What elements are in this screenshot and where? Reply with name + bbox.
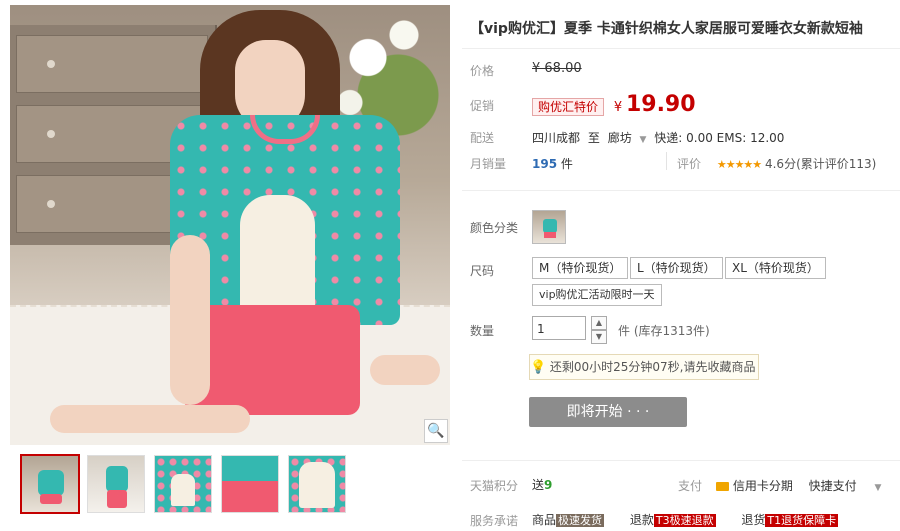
- points-prefix: 送: [532, 478, 545, 492]
- shipping-row: 四川成都 至 廊坊 ▼ 快递: 0.00 EMS: 12.00: [532, 129, 784, 146]
- price-label: 价格: [470, 64, 495, 78]
- service-tag-return[interactable]: T1退货保障卡: [765, 514, 839, 527]
- payment-fast[interactable]: 快捷支付: [809, 479, 857, 493]
- model-leg: [50, 405, 250, 433]
- buy-button[interactable]: 即将开始 · · ·: [529, 397, 687, 427]
- vip-special-badge: 购优汇特价: [532, 98, 605, 116]
- original-price: ¥ 68.00: [532, 61, 582, 76]
- sales-count: 195: [532, 157, 558, 171]
- payment-card-installment[interactable]: 信用卡分期: [733, 479, 793, 493]
- main-product-image[interactable]: 🔍: [10, 5, 450, 445]
- service-tag-refund[interactable]: T3极速退款: [653, 514, 716, 527]
- size-option-xl[interactable]: XL（特价现货）: [725, 257, 826, 279]
- cat-print: [240, 195, 315, 315]
- model-hand: [370, 355, 440, 385]
- rating-text[interactable]: 4.6分(累计评价113): [765, 157, 876, 171]
- points-row: 送9: [532, 476, 552, 493]
- payment-methods[interactable]: 信用卡分期 快捷支付 ▼: [716, 477, 881, 494]
- sales-unit: 件: [560, 157, 573, 171]
- product-title: 【vip购优汇】夏季 卡通针织棉女人家居服可爱睡衣女新款短袖: [470, 21, 863, 37]
- stock-info: 件 (库存1313件): [618, 324, 710, 338]
- service-item-refund: 退款: [629, 513, 654, 527]
- countdown-notice: 💡 还剩00小时25分钟07秒,请先收藏商品: [529, 354, 759, 380]
- divider: [462, 48, 900, 49]
- thumbnail-5[interactable]: [288, 455, 346, 513]
- divider: [462, 190, 900, 191]
- rating-label: 评价: [677, 157, 702, 171]
- divider: [666, 152, 667, 170]
- shipping-fee: 快递: 0.00 EMS: 12.00: [654, 131, 785, 145]
- rating-row[interactable]: 评价 ★★★★★ 4.6分(累计评价113): [677, 155, 876, 172]
- sales-label: 月销量: [470, 157, 507, 171]
- ship-to-word: 至: [587, 131, 600, 145]
- thumbnail-2[interactable]: [87, 455, 145, 513]
- zoom-icon[interactable]: 🔍: [424, 419, 448, 443]
- service-row: 商品 极速发货 退款 T3极速退款 退货 T1退货保障卡: [532, 511, 839, 528]
- currency-symbol: ¥: [613, 100, 623, 115]
- divider: [462, 460, 900, 461]
- color-option-swatch[interactable]: [532, 210, 566, 244]
- size-option-vip[interactable]: vip购优汇活动限时一天: [532, 284, 662, 306]
- service-tag-fast-ship[interactable]: 极速发货: [556, 514, 605, 527]
- service-item-goods: 商品: [532, 513, 557, 527]
- size-option-m[interactable]: M（特价现货）: [532, 257, 629, 279]
- thumbnail-3[interactable]: [154, 455, 212, 513]
- sales-count-row: 195 件: [532, 155, 573, 172]
- bulb-icon: 💡: [530, 360, 547, 375]
- chevron-down-icon[interactable]: ▼: [640, 135, 647, 145]
- promo-price: 19.90: [625, 92, 696, 117]
- payment-label: 支付: [678, 479, 703, 493]
- quantity-label: 数量: [470, 324, 495, 338]
- countdown-text: 还剩00小时25分钟07秒,请先收藏商品: [549, 360, 756, 374]
- ship-destination[interactable]: 廊坊: [608, 131, 632, 145]
- star-rating-icon: ★★★★★: [716, 158, 762, 171]
- service-item-return: 退货: [741, 513, 766, 527]
- thumbnail-1[interactable]: [20, 454, 80, 514]
- quantity-decrease-button[interactable]: ▼: [591, 330, 607, 344]
- shipping-label: 配送: [470, 131, 495, 145]
- promo-row: 购优汇特价 ¥ 19.90: [532, 92, 696, 118]
- color-label: 颜色分类: [470, 221, 519, 235]
- points-label: 天猫积分: [470, 479, 519, 493]
- ship-from: 四川成都: [532, 131, 581, 145]
- size-option-l[interactable]: L（特价现货）: [630, 257, 723, 279]
- size-label: 尺码: [470, 264, 495, 278]
- drawer: [16, 35, 208, 93]
- chevron-down-icon[interactable]: ▼: [875, 483, 882, 493]
- quantity-input[interactable]: 1: [532, 316, 586, 340]
- service-label: 服务承诺: [470, 514, 519, 528]
- pajama-shorts: [185, 305, 360, 415]
- promo-label: 促销: [470, 99, 495, 113]
- thumbnail-4[interactable]: [221, 455, 279, 513]
- model-leg: [170, 235, 210, 405]
- card-icon: [716, 482, 729, 491]
- quantity-increase-button[interactable]: ▲: [591, 316, 607, 330]
- points-value: 9: [544, 478, 553, 492]
